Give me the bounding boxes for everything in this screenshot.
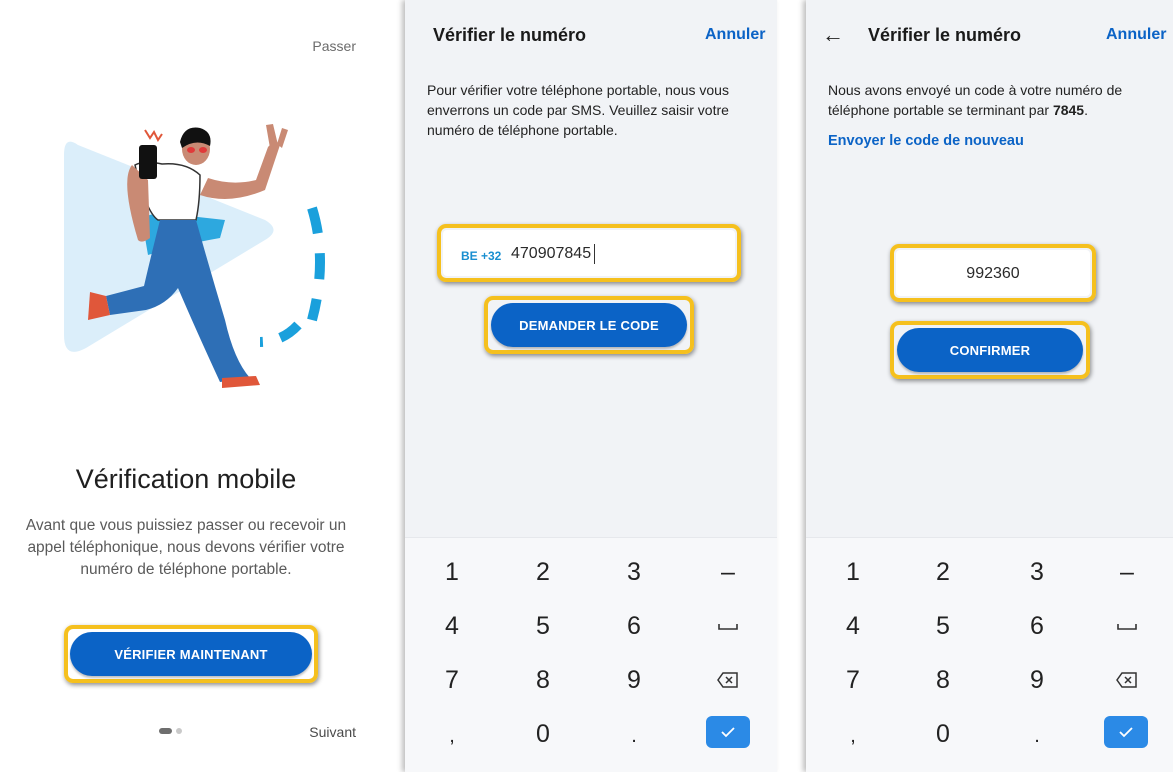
- key-9[interactable]: 9: [1002, 660, 1072, 700]
- phone-number-input[interactable]: 470907845: [511, 245, 591, 263]
- code-field[interactable]: 992360: [896, 250, 1090, 296]
- numeric-keypad: 1 2 3 – 4 5 6 7 8 9 , 0 .: [405, 537, 777, 772]
- space-key[interactable]: [693, 606, 763, 646]
- screen-title: Vérifier le numéro: [433, 25, 587, 45]
- checkmark-icon: [1119, 727, 1133, 738]
- backspace-icon: [1116, 672, 1137, 688]
- key-1[interactable]: 1: [417, 552, 487, 592]
- key-minus[interactable]: –: [1092, 552, 1162, 592]
- intro-description: Avant que vous puissiez passer ou recevo…: [25, 517, 347, 578]
- next-link[interactable]: Suivant: [309, 724, 356, 740]
- key-comma[interactable]: ,: [417, 716, 487, 756]
- key-4[interactable]: 4: [417, 606, 487, 646]
- page-indicator: [159, 728, 182, 734]
- verify-number-screen: Vérifier le numéro Annuler Pour vérifier…: [405, 0, 777, 772]
- screen-title: Vérifier le numéro: [868, 25, 1022, 45]
- key-2[interactable]: 2: [508, 552, 578, 592]
- cancel-button[interactable]: Annuler: [1106, 26, 1166, 44]
- key-2[interactable]: 2: [908, 552, 978, 592]
- page-dot-active: [159, 728, 172, 734]
- key-6[interactable]: 6: [599, 606, 669, 646]
- key-4[interactable]: 4: [818, 606, 888, 646]
- code-sent-text: Nous avons envoyé un code à votre numéro…: [828, 82, 1123, 118]
- text-caret: [594, 244, 595, 264]
- key-9[interactable]: 9: [599, 660, 669, 700]
- numeric-keypad: 1 2 3 – 4 5 6 7 8 9 , 0 .: [806, 537, 1173, 772]
- enter-code-screen: ← Vérifier le numéro Annuler Nous avons …: [806, 0, 1173, 772]
- confirm-button[interactable]: CONFIRMER: [897, 328, 1083, 372]
- done-key[interactable]: [1104, 716, 1148, 748]
- back-arrow-icon[interactable]: ←: [822, 22, 844, 48]
- cancel-button[interactable]: Annuler: [705, 26, 765, 44]
- key-8[interactable]: 8: [908, 660, 978, 700]
- person-with-phone-illustration: [64, 124, 325, 388]
- backspace-icon: [717, 672, 738, 688]
- intro-title: Vérification mobile: [75, 464, 297, 494]
- key-minus[interactable]: –: [693, 552, 763, 592]
- key-7[interactable]: 7: [818, 660, 888, 700]
- resend-code-link[interactable]: Envoyer le code de nouveau: [828, 133, 1024, 149]
- page-dot: [176, 728, 182, 734]
- backspace-key[interactable]: [1092, 660, 1162, 700]
- key-7[interactable]: 7: [417, 660, 487, 700]
- verify-now-button[interactable]: VÉRIFIER MAINTENANT: [70, 632, 312, 676]
- done-key[interactable]: [706, 716, 750, 748]
- verification-code-input[interactable]: 992360: [896, 265, 1090, 283]
- request-code-button[interactable]: DEMANDER LE CODE: [491, 303, 687, 347]
- phone-number-field[interactable]: BE +32 470907845: [443, 230, 735, 276]
- space-icon: [1117, 624, 1137, 630]
- intro-screen: Passer Vérification mobile Avant que vou…: [0, 0, 372, 772]
- space-key[interactable]: [1092, 606, 1162, 646]
- space-icon: [718, 624, 738, 630]
- key-5[interactable]: 5: [908, 606, 978, 646]
- key-5[interactable]: 5: [508, 606, 578, 646]
- phone-suffix: 7845: [1052, 102, 1085, 118]
- key-period[interactable]: .: [599, 716, 669, 756]
- checkmark-icon: [721, 727, 735, 738]
- key-8[interactable]: 8: [508, 660, 578, 700]
- instructions-text: Pour vérifier votre téléphone portable, …: [427, 82, 729, 138]
- key-1[interactable]: 1: [818, 552, 888, 592]
- key-6[interactable]: 6: [1002, 606, 1072, 646]
- key-3[interactable]: 3: [599, 552, 669, 592]
- key-0[interactable]: 0: [908, 714, 978, 754]
- country-prefix[interactable]: BE +32: [461, 249, 501, 263]
- key-0[interactable]: 0: [508, 714, 578, 754]
- key-comma[interactable]: ,: [818, 716, 888, 756]
- backspace-key[interactable]: [693, 660, 763, 700]
- key-period[interactable]: .: [1002, 716, 1072, 756]
- skip-link[interactable]: Passer: [312, 38, 356, 54]
- key-3[interactable]: 3: [1002, 552, 1072, 592]
